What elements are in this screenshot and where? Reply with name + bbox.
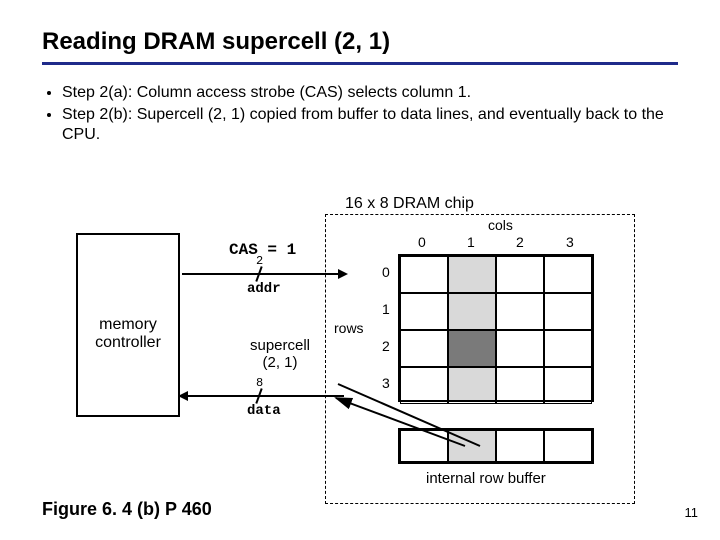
supercell-label: supercell (2, 1) [240, 338, 320, 371]
addr-width: 2 [256, 254, 263, 268]
data-label: data [247, 403, 281, 419]
page-title: Reading DRAM supercell (2, 1) [42, 28, 678, 56]
row-num: 0 [382, 264, 390, 280]
figure-reference: Figure 6. 4 (b) P 460 [42, 499, 212, 520]
bullet-item: Step 2(b): Supercell (2, 1) copied from … [62, 105, 678, 145]
bullet-list: Step 2(a): Column access strobe (CAS) se… [42, 83, 678, 145]
bullet-item: Step 2(a): Column access strobe (CAS) se… [62, 83, 678, 103]
addr-bus-line [182, 273, 344, 275]
page-number: 11 [685, 505, 699, 520]
col-num: 1 [467, 234, 475, 250]
cols-axis-label: cols [488, 217, 513, 233]
row-num: 2 [382, 338, 390, 354]
col-num: 3 [566, 234, 574, 250]
memory-controller-label: memory controller [76, 316, 180, 353]
data-arrowhead-icon [178, 391, 188, 401]
title-rule [42, 62, 678, 65]
addr-label: addr [247, 281, 281, 297]
col-num: 0 [418, 234, 426, 250]
col-num: 2 [516, 234, 524, 250]
row-num: 1 [382, 301, 390, 317]
rows-axis-label: rows [334, 320, 364, 336]
data-width: 8 [256, 376, 263, 390]
chip-label: 16 x 8 DRAM chip [345, 195, 474, 213]
row-buffer-label: internal row buffer [426, 470, 546, 487]
output-arrow-icon [310, 370, 490, 470]
addr-arrowhead-icon [338, 269, 348, 279]
